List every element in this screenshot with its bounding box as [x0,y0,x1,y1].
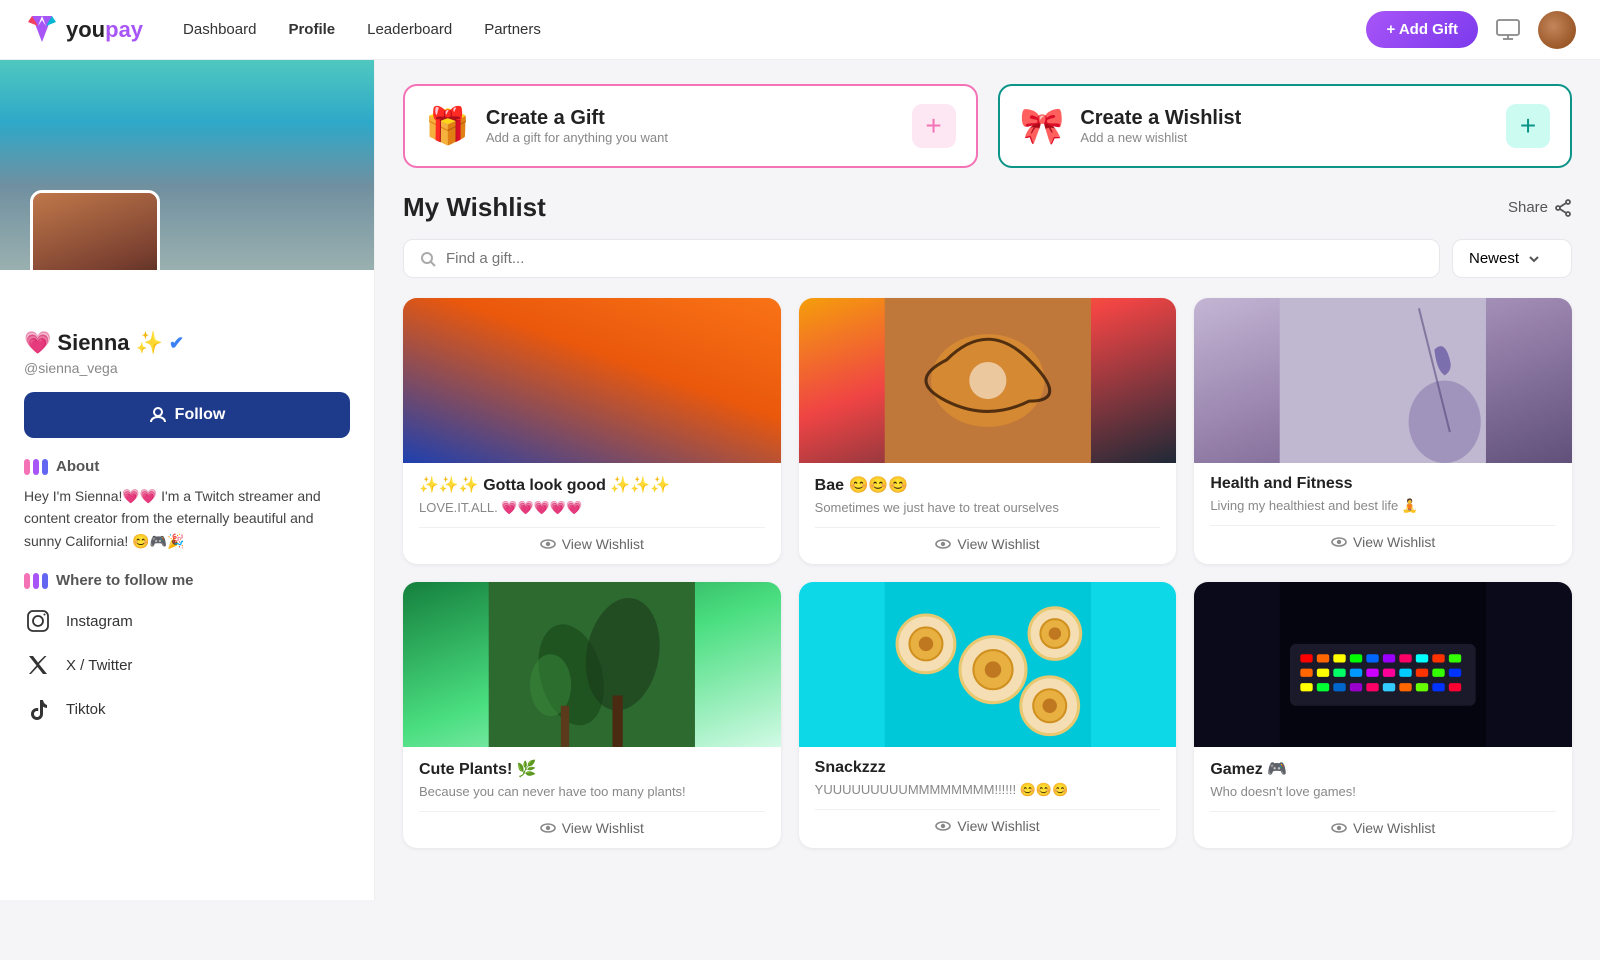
navbar: youpay Dashboard Profile Leaderboard Par… [0,0,1600,60]
search-row: Newest [403,239,1572,278]
nav-links: Dashboard Profile Leaderboard Partners [183,21,541,38]
about-heading: About [24,458,350,475]
eye-icon [935,536,951,552]
wishlist-card[interactable]: Gamez 🎮 Who doesn't love games! View Wis… [1194,582,1572,848]
create-gift-subtitle: Add a gift for anything you want [486,130,668,145]
nav-partners[interactable]: Partners [484,21,541,38]
create-wishlist-subtitle: Add a new wishlist [1080,130,1241,145]
card-title: Health and Fitness [1210,475,1556,493]
follow-button[interactable]: Follow [24,392,350,438]
avatar[interactable] [1538,11,1576,49]
eye-icon [1331,820,1347,836]
card-image [403,298,781,463]
card-title: ✨✨✨ Gotta look good ✨✨✨ [419,475,765,495]
chevron-down-icon [1527,252,1541,266]
search-box [403,239,1440,278]
main-content: 🎁 Create a Gift Add a gift for anything … [375,60,1600,900]
profile-picture [30,190,160,270]
monitor-icon [1494,16,1522,44]
nav-right: + Add Gift [1366,11,1576,49]
card-body: Gamez 🎮 Who doesn't love games! View Wis… [1194,747,1572,848]
nav-dashboard[interactable]: Dashboard [183,21,256,38]
card-desc: LOVE.IT.ALL. 💗💗💗💗💗 [419,499,765,517]
where-heading: Where to follow me [24,572,350,589]
card-desc: Living my healthiest and best life 🧘 [1210,497,1556,515]
card-body: Cute Plants! 🌿 Because you can never hav… [403,747,781,848]
eye-icon [935,818,951,834]
add-gift-button[interactable]: + Add Gift [1366,11,1478,48]
cover-photo [0,60,374,270]
tiktok-label: Tiktok [66,701,105,718]
sidebar: 💗 Sienna ✨ ✔ @sienna_vega Follow [0,60,375,900]
profile-handle: @sienna_vega [24,360,350,376]
social-section: Where to follow me Instagram [24,572,350,731]
create-gift-title: Create a Gift [486,107,668,130]
gift-icon: 🎁 [425,105,470,147]
nav-leaderboard[interactable]: Leaderboard [367,21,452,38]
action-cards: 🎁 Create a Gift Add a gift for anything … [403,84,1572,168]
instagram-label: Instagram [66,613,133,630]
page-layout: 💗 Sienna ✨ ✔ @sienna_vega Follow [0,60,1600,900]
wishlist-card[interactable]: ✨✨✨ Gotta look good ✨✨✨ LOVE.IT.ALL. 💗💗💗… [403,298,781,564]
share-button[interactable]: Share [1508,199,1572,217]
create-wishlist-card[interactable]: 🎀 Create a Wishlist Add a new wishlist + [998,84,1573,168]
view-wishlist-button[interactable]: View Wishlist [419,820,765,836]
wishlist-title: My Wishlist [403,192,546,223]
logo[interactable]: youpay [24,12,143,48]
card-body: Health and Fitness Living my healthiest … [1194,463,1572,562]
card-image [403,582,781,747]
instagram-icon [24,607,52,635]
sidebar-info: 💗 Sienna ✨ ✔ @sienna_vega Follow [0,270,374,747]
search-icon [420,251,436,267]
view-wishlist-button[interactable]: View Wishlist [1210,534,1556,550]
eye-icon [1331,534,1347,550]
search-input[interactable] [446,250,1423,267]
wishlist-card[interactable]: Cute Plants! 🌿 Because you can never hav… [403,582,781,848]
wishlist-icon: 🎀 [1020,105,1065,147]
card-desc: Because you can never have too many plan… [419,783,765,801]
create-wishlist-plus[interactable]: + [1506,104,1550,148]
twitter-icon [24,651,52,679]
twitter-label: X / Twitter [66,657,132,674]
card-title: Gamez 🎮 [1210,759,1556,779]
card-desc: YUUUUUUUUUMMMMMMMM!!!!!! 😊😊😊 [815,781,1161,799]
social-tiktok[interactable]: Tiktok [24,687,350,731]
create-gift-plus[interactable]: + [912,104,956,148]
card-desc: Who doesn't love games! [1210,783,1556,801]
logo-text: youpay [66,17,143,43]
view-wishlist-button[interactable]: View Wishlist [419,536,765,552]
eye-icon [540,820,556,836]
about-text: Hey I'm Sienna!💗💗 I'm a Twitch streamer … [24,485,350,552]
profile-name: 💗 Sienna ✨ ✔ [24,330,350,356]
wishlist-card[interactable]: Bae 😊😊😊 Sometimes we just have to treat … [799,298,1177,564]
wishlist-header: My Wishlist Share [403,192,1572,223]
create-gift-card[interactable]: 🎁 Create a Gift Add a gift for anything … [403,84,978,168]
card-body: ✨✨✨ Gotta look good ✨✨✨ LOVE.IT.ALL. 💗💗💗… [403,463,781,564]
card-body: Snackzzz YUUUUUUUUUMMMMMMMM!!!!!! 😊😊😊 Vi… [799,747,1177,846]
card-image [799,582,1177,747]
eye-icon [540,536,556,552]
view-wishlist-button[interactable]: View Wishlist [815,536,1161,552]
view-wishlist-button[interactable]: View Wishlist [815,818,1161,834]
card-image [1194,582,1572,747]
card-image [799,298,1177,463]
view-wishlist-button[interactable]: View Wishlist [1210,820,1556,836]
card-desc: Sometimes we just have to treat ourselve… [815,499,1161,517]
card-title: Cute Plants! 🌿 [419,759,765,779]
share-icon [1554,199,1572,217]
card-title: Snackzzz [815,759,1161,777]
sort-dropdown[interactable]: Newest [1452,239,1572,278]
card-image [1194,298,1572,463]
nav-profile[interactable]: Profile [288,21,335,38]
card-body: Bae 😊😊😊 Sometimes we just have to treat … [799,463,1177,564]
wishlist-card[interactable]: Health and Fitness Living my healthiest … [1194,298,1572,564]
create-wishlist-title: Create a Wishlist [1080,107,1241,130]
social-twitter[interactable]: X / Twitter [24,643,350,687]
tiktok-icon [24,695,52,723]
wishlist-card[interactable]: Snackzzz YUUUUUUUUUMMMMMMMM!!!!!! 😊😊😊 Vi… [799,582,1177,848]
card-title: Bae 😊😊😊 [815,475,1161,495]
wishlist-grid: ✨✨✨ Gotta look good ✨✨✨ LOVE.IT.ALL. 💗💗💗… [403,298,1572,848]
verified-badge: ✔ [169,333,184,354]
social-instagram[interactable]: Instagram [24,599,350,643]
